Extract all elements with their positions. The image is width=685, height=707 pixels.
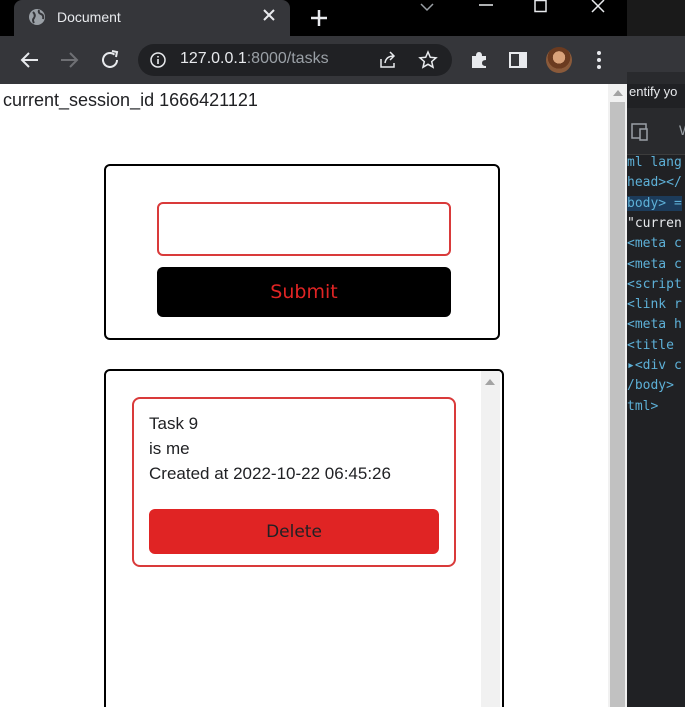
bookmark-star-icon[interactable] [418,50,438,70]
forward-icon[interactable] [57,48,81,72]
elements-tree-node[interactable]: "curren [627,216,682,231]
profile-avatar[interactable] [546,47,572,73]
side-panel-icon[interactable] [508,50,528,70]
devtools-toolbar [627,36,685,72]
globe-icon [29,9,45,25]
minimize-icon[interactable] [478,0,494,14]
devtools-tab-fragment[interactable]: W [679,122,685,138]
elements-tree-node[interactable]: ml lang [627,155,682,170]
elements-tree-node[interactable]: <meta c [627,236,682,251]
scroll-up-arrow-icon[interactable] [613,90,623,96]
devtools-tabbar: W [627,108,685,155]
url-text: 127.0.0.1:8000/tasks [180,50,329,68]
elements-tree-node[interactable]: <script [627,277,682,292]
new-tab-icon[interactable] [307,6,331,30]
elements-tree-node[interactable]: <link r [627,297,682,312]
extensions-icon[interactable] [469,50,489,70]
tab-strip: Document [0,0,627,36]
url-host: 127.0.0.1 [180,50,247,67]
devtools-titlebar [627,0,685,36]
scrollbar-thumb[interactable] [610,102,625,707]
elements-tree-node[interactable]: ▸<div c [627,358,682,373]
devtools-header [627,0,685,84]
window-close-icon[interactable] [590,0,606,14]
elements-tree-node[interactable]: <title [627,338,674,353]
site-info-icon[interactable] [150,52,166,68]
share-icon[interactable] [378,50,398,70]
elements-tree-node[interactable]: head></ [627,175,682,190]
submit-button[interactable]: Submit [157,267,451,317]
task-title: Task 9 [149,414,199,433]
elements-tree-node[interactable]: <meta h [627,317,682,332]
tab-document[interactable]: Document [14,0,290,36]
task-list-scrollbar[interactable] [481,371,500,707]
task-item: Task 9 is me Created at 2022-10-22 06:45… [132,397,456,567]
task-list-card: Task 9 is me Created at 2022-10-22 06:45… [104,369,504,707]
tab-search-icon[interactable] [420,0,434,14]
task-form-card: Submit [104,164,500,340]
browser-toolbar: 127.0.0.1:8000/tasks [0,36,627,84]
elements-tree-node[interactable]: body> = [627,195,682,211]
devtools-hint-text: entify yo [629,84,678,99]
reload-icon[interactable] [98,48,122,72]
browser-window: Document 127.0.0.1:8000/tasks current_se… [0,0,627,707]
session-id-text: current_session_id 1666421121 [3,90,258,110]
page-viewport: current_session_id 1666421121 Submit Tas… [0,84,627,707]
scroll-up-arrow-icon[interactable] [485,379,495,385]
task-body: is me [149,439,190,458]
elements-tree-node[interactable]: /body> [627,378,674,393]
elements-tree-node[interactable]: tml> [627,399,658,414]
address-bar[interactable]: 127.0.0.1:8000/tasks [138,44,452,76]
device-toolbar-icon[interactable] [631,122,653,142]
page-scrollbar[interactable] [608,84,627,707]
delete-button[interactable]: Delete [149,509,439,554]
maximize-icon[interactable] [533,0,549,14]
devtools-panel: entify yo W ml lang head></ body> = "curre… [627,0,685,707]
tab-title: Document [57,9,121,25]
task-input[interactable] [157,202,451,256]
more-menu-icon[interactable] [596,48,602,72]
elements-tree-node[interactable]: <meta c [627,257,682,272]
task-created-at: Created at 2022-10-22 06:45:26 [149,464,391,483]
back-icon[interactable] [18,48,42,72]
close-tab-icon[interactable] [260,6,278,24]
url-path: :8000/tasks [246,50,329,67]
